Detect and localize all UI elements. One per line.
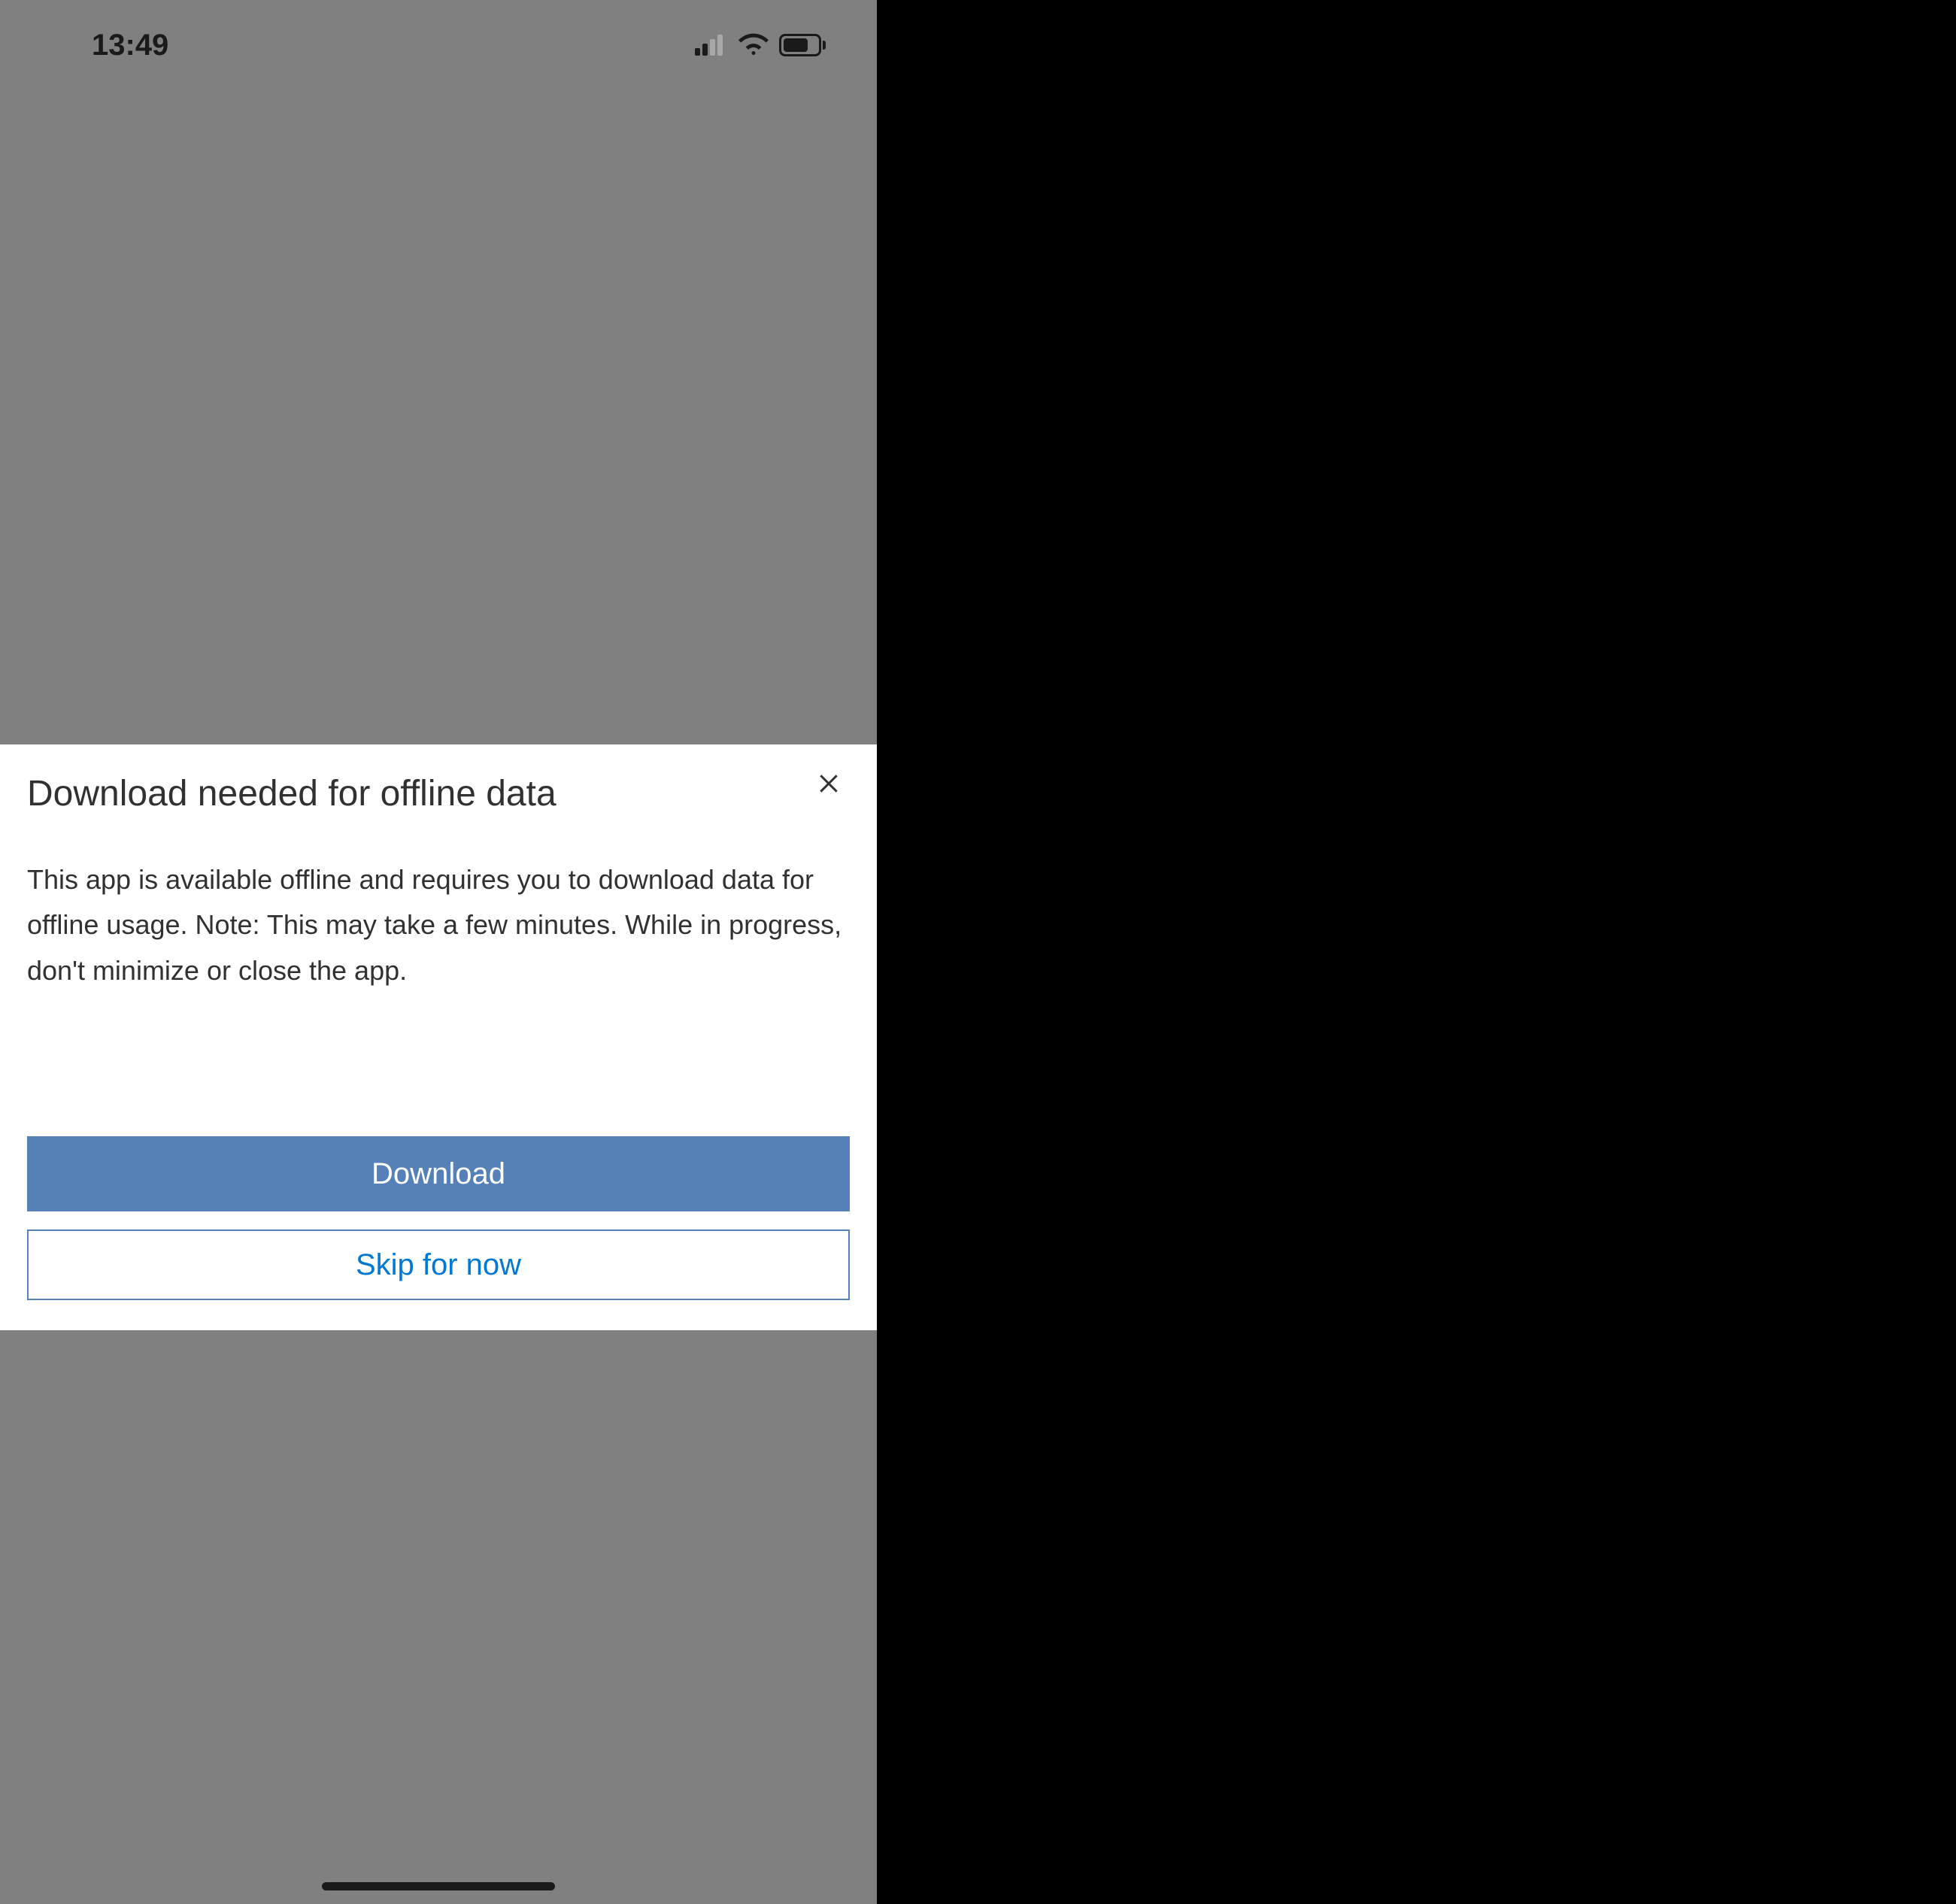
wifi-icon [738,32,769,59]
cellular-icon [695,35,728,56]
dialog-header: Download needed for offline data [27,772,850,817]
close-button[interactable] [814,769,844,799]
empty-right-pane [877,0,1956,1904]
battery-icon [779,34,826,56]
dialog-actions: Download Skip for now [27,1136,850,1300]
close-icon [817,772,841,796]
dialog-body: This app is available offline and requir… [27,857,850,993]
status-bar: 13:49 [0,0,877,90]
download-dialog: Download needed for offline data This ap… [0,744,877,1330]
status-icons [695,32,826,59]
phone-screen: 13:49 Download needed for offline data [0,0,877,1904]
download-button[interactable]: Download [27,1136,850,1211]
dialog-title: Download needed for offline data [27,772,556,817]
status-time: 13:49 [92,29,168,62]
skip-button[interactable]: Skip for now [27,1229,850,1300]
home-indicator[interactable] [322,1882,555,1890]
